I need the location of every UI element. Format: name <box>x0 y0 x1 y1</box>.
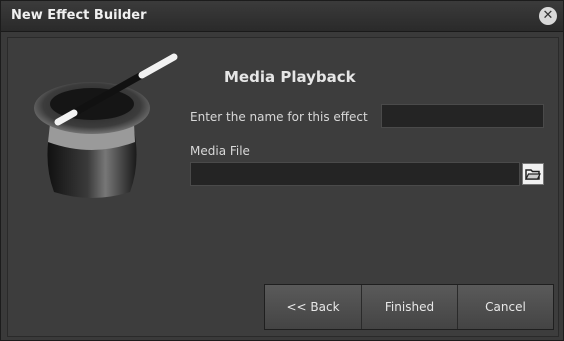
title-bar: New Effect Builder ✕ <box>1 1 563 32</box>
page-title: Media Playback <box>224 68 356 86</box>
cancel-button[interactable]: Cancel <box>457 285 553 329</box>
media-file-input[interactable] <box>190 162 520 186</box>
magic-hat-icon <box>34 53 178 198</box>
media-file-label: Media File <box>190 144 250 158</box>
effect-builder-window: New Effect Builder ✕ Media Playback Ente… <box>0 0 564 341</box>
window-title: New Effect Builder <box>11 8 147 23</box>
effect-name-label: Enter the name for this effect <box>190 110 368 124</box>
finished-button[interactable]: Finished <box>361 285 457 329</box>
effect-name-input[interactable] <box>381 104 544 128</box>
wizard-button-group: << Back Finished Cancel <box>264 284 554 330</box>
wizard-panel: Media Playback Enter the name for this e… <box>7 37 559 337</box>
open-folder-icon <box>525 169 541 180</box>
browse-folder-button[interactable] <box>522 163 544 185</box>
back-button[interactable]: << Back <box>265 285 361 329</box>
close-icon[interactable]: ✕ <box>539 7 557 25</box>
